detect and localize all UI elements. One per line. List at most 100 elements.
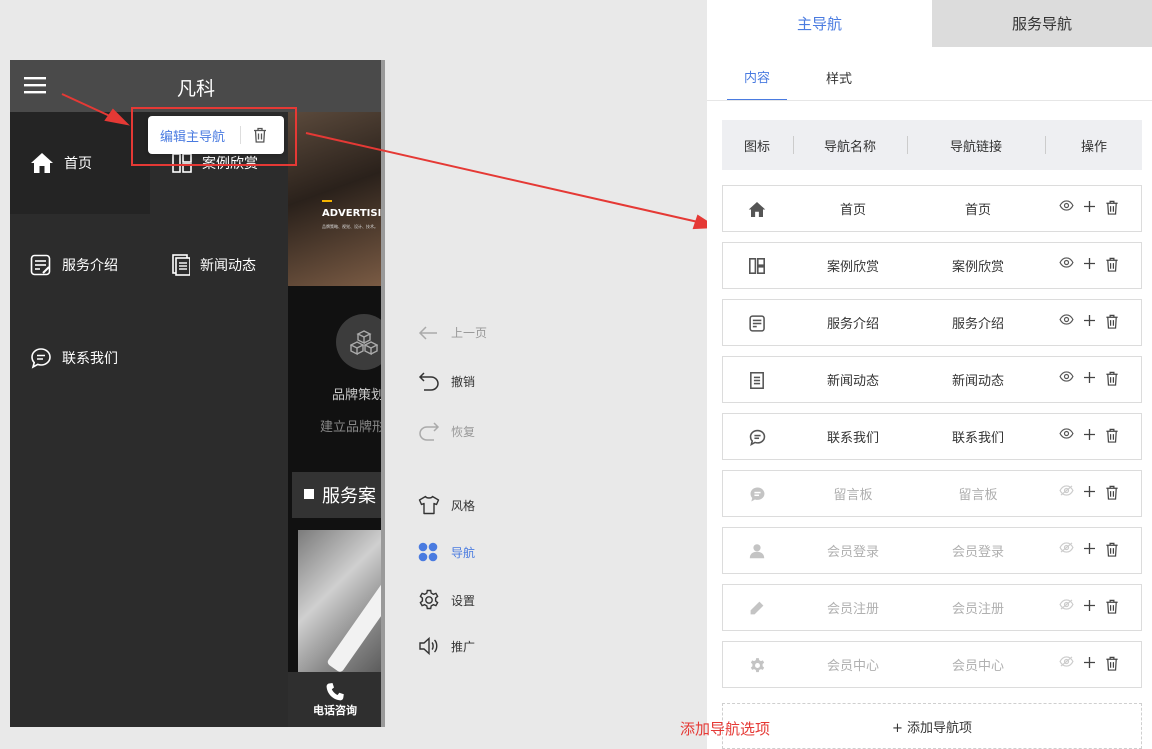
plus-icon[interactable] — [1083, 656, 1096, 671]
trash-icon[interactable] — [1105, 542, 1119, 557]
trash-icon[interactable] — [1105, 485, 1119, 500]
nav-item-link[interactable]: 联系我们 — [938, 414, 1018, 459]
nav-item-link[interactable]: 服务介绍 — [938, 300, 1018, 345]
plus-icon[interactable] — [1083, 257, 1096, 272]
plus-icon[interactable] — [1083, 599, 1096, 614]
nav-tool-button[interactable]: 导航 — [418, 542, 475, 562]
row-actions — [1059, 257, 1119, 272]
table-row: 案例欣赏 案例欣赏 — [722, 242, 1142, 289]
user-icon — [747, 541, 767, 561]
redo-icon — [418, 421, 440, 441]
note-icon — [747, 313, 767, 333]
eye-icon[interactable] — [1059, 428, 1074, 443]
nav-table-header: 图标 导航名称 导航链接 操作 — [722, 120, 1142, 170]
nav-item-link[interactable]: 新闻动态 — [938, 357, 1018, 402]
nav-item-name: 首页 — [839, 203, 866, 218]
settings-tool-button[interactable]: 设置 — [418, 589, 475, 611]
tshirt-icon — [418, 495, 440, 515]
trash-icon[interactable] — [1105, 200, 1119, 215]
table-row: 联系我们 联系我们 — [722, 413, 1142, 460]
trash-icon[interactable] — [1105, 656, 1119, 671]
four-dots-icon — [418, 542, 440, 562]
gear-icon — [418, 589, 440, 611]
tab-main-nav[interactable]: 主导航 — [707, 0, 932, 47]
promote-tool-button[interactable]: 推广 — [418, 636, 475, 656]
row-actions — [1059, 371, 1119, 386]
nav-item-name: 联系我们 — [826, 431, 879, 446]
nav-item-name: 服务介绍 — [826, 317, 879, 332]
table-row: 新闻动态 新闻动态 — [722, 356, 1142, 403]
plus-icon[interactable] — [1083, 485, 1096, 500]
style-tool-label: 风格 — [451, 498, 476, 513]
nav-item-link[interactable]: 会员注册 — [938, 585, 1018, 630]
style-tool-button[interactable]: 风格 — [418, 495, 475, 515]
nav-item-name: 留言板 — [833, 488, 873, 503]
eye-off-icon[interactable] — [1059, 542, 1074, 557]
eye-off-icon[interactable] — [1059, 599, 1074, 614]
nav-item-link[interactable]: 案例欣赏 — [938, 243, 1018, 288]
eye-icon[interactable] — [1059, 371, 1074, 386]
row-actions — [1059, 599, 1119, 614]
prev-page-label: 上一页 — [451, 326, 488, 340]
nav-item-name: 会员中心 — [826, 659, 879, 674]
row-actions — [1059, 656, 1119, 671]
eye-off-icon[interactable] — [1059, 656, 1074, 671]
subtab-style[interactable]: 样式 — [809, 53, 869, 101]
nav-item-name: 会员登录 — [826, 545, 879, 560]
plus-icon[interactable] — [1083, 371, 1096, 386]
home-icon — [747, 199, 767, 219]
tab-service-nav[interactable]: 服务导航 — [932, 0, 1152, 47]
row-actions — [1059, 200, 1119, 215]
col-ops: 操作 — [1080, 139, 1107, 155]
plus-icon[interactable] — [1083, 542, 1096, 557]
nav-item-link[interactable]: 留言板 — [938, 471, 1018, 516]
nav-item-name: 会员注册 — [826, 602, 879, 617]
col-name: 导航名称 — [823, 139, 876, 155]
plus-icon[interactable] — [1083, 200, 1096, 215]
redo-button[interactable]: 恢复 — [418, 421, 475, 441]
nav-item-link[interactable]: 会员中心 — [938, 642, 1018, 687]
trash-icon[interactable] — [1105, 371, 1119, 386]
trash-icon[interactable] — [1105, 599, 1119, 614]
gear-icon — [747, 655, 767, 675]
nav-item-name: 案例欣赏 — [826, 260, 879, 275]
col-icon: 图标 — [743, 139, 770, 155]
chat-icon — [747, 427, 767, 447]
table-row: 留言板 留言板 — [722, 470, 1142, 517]
undo-icon — [418, 371, 440, 391]
row-actions — [1059, 542, 1119, 557]
col-link: 导航链接 — [949, 139, 1002, 155]
table-row: 首页 首页 — [722, 185, 1142, 232]
table-row: 会员注册 会员注册 — [722, 584, 1142, 631]
trash-icon[interactable] — [1105, 257, 1119, 272]
trash-icon[interactable] — [1105, 314, 1119, 329]
eye-icon[interactable] — [1059, 200, 1074, 215]
table-row: 服务介绍 服务介绍 — [722, 299, 1142, 346]
trash-icon[interactable] — [1105, 428, 1119, 443]
nav-tool-label: 导航 — [451, 545, 476, 560]
add-nav-item-button[interactable]: + 添加导航项 — [722, 703, 1142, 749]
prev-page-button[interactable]: 上一页 — [418, 324, 487, 341]
plus-icon[interactable] — [1083, 428, 1096, 443]
speaker-icon — [418, 636, 440, 656]
settings-tool-label: 设置 — [451, 593, 476, 608]
table-row: 会员登录 会员登录 — [722, 527, 1142, 574]
nav-settings-panel: 主导航 服务导航 内容 样式 图标 导航名称 导航链接 操作 首页 首页 案例欣赏案… — [707, 0, 1152, 749]
undo-button[interactable]: 撤销 — [418, 371, 475, 391]
row-actions — [1059, 314, 1119, 329]
grid-icon — [747, 256, 767, 276]
eye-off-icon[interactable] — [1059, 485, 1074, 500]
plus-icon[interactable] — [1083, 314, 1096, 329]
redo-label: 恢复 — [451, 424, 476, 439]
nav-item-link[interactable]: 首页 — [938, 186, 1018, 231]
promote-tool-label: 推广 — [451, 639, 476, 654]
nav-item-link[interactable]: 会员登录 — [938, 528, 1018, 573]
row-actions — [1059, 485, 1119, 500]
add-nav-annotation: 添加导航选项 — [680, 720, 771, 738]
subtab-content[interactable]: 内容 — [727, 53, 787, 101]
eye-icon[interactable] — [1059, 257, 1074, 272]
undo-label: 撤销 — [451, 374, 476, 389]
subtab-divider — [707, 100, 1152, 101]
row-actions — [1059, 428, 1119, 443]
eye-icon[interactable] — [1059, 314, 1074, 329]
